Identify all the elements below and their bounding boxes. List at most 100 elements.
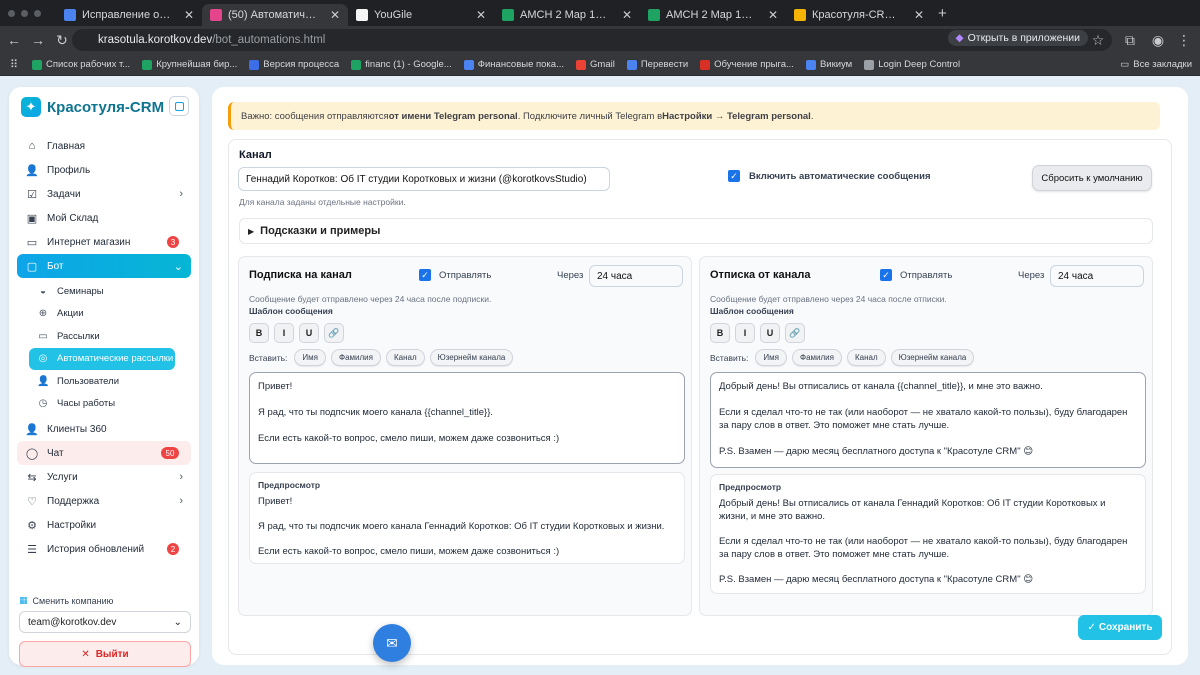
- variable-chip[interactable]: Фамилия: [331, 349, 381, 366]
- browser-tab[interactable]: AMCH 2 Map 13_32 - Google ✕: [494, 4, 640, 26]
- bookmark-item[interactable]: Обучение прыга...: [700, 59, 794, 70]
- checkbox-checked-icon[interactable]: ✓: [728, 170, 740, 182]
- submenu-item[interactable]: ◎ Автоматические рассылки: [29, 347, 175, 370]
- close-tab-icon[interactable]: ✕: [184, 8, 194, 22]
- menu-icon[interactable]: ⋮: [1172, 32, 1196, 49]
- italic-button[interactable]: I: [735, 323, 755, 343]
- insert-variables: Вставить: Имя Фамилия Канал Юзернейм канала: [710, 349, 975, 366]
- all-bookmarks[interactable]: ▭ Все закладки: [1120, 59, 1192, 70]
- close-tab-icon[interactable]: ✕: [622, 8, 632, 22]
- preview-line: Я рад, что ты подпсчик моего канала Генн…: [258, 521, 665, 532]
- bookmark-item[interactable]: Перевести: [626, 59, 688, 70]
- close-tab-icon[interactable]: ✕: [476, 8, 486, 22]
- delay-select[interactable]: 24 часа: [589, 265, 683, 287]
- profile-avatar[interactable]: ◉: [1146, 32, 1170, 49]
- window-controls[interactable]: [0, 9, 56, 17]
- browser-tab[interactable]: (50) Автоматические рассыл ✕: [202, 3, 348, 26]
- close-tab-icon[interactable]: ✕: [768, 8, 778, 22]
- sidebar-item[interactable]: 👤 Профиль: [17, 158, 191, 182]
- sidebar-item[interactable]: ▣ Мой Склад: [17, 206, 191, 230]
- bookmark-item[interactable]: Финансовые пока...: [463, 59, 564, 70]
- checkbox-checked-icon[interactable]: ✓: [419, 269, 431, 281]
- panel-title: Подписка на канал: [249, 269, 352, 281]
- tab-favicon-icon: [210, 8, 222, 21]
- sidebar-item[interactable]: ⇆ Услуги ›: [17, 465, 191, 489]
- bookmark-item[interactable]: Login Deep Control: [864, 59, 960, 70]
- enable-toggle[interactable]: ✓ Включить автоматические сообщения: [728, 170, 931, 182]
- sidebar-item[interactable]: 👤 Клиенты 360: [17, 417, 191, 441]
- variable-chip[interactable]: Имя: [755, 349, 787, 366]
- browser-tab[interactable]: AMCH 2 Map 13_36 - Google ✕: [640, 4, 786, 26]
- bold-button[interactable]: B: [249, 323, 269, 343]
- hints-toggle[interactable]: ▶ Подсказки и примеры: [239, 218, 1153, 244]
- submenu-item[interactable]: ◒ Семинары: [29, 280, 175, 303]
- delay-label: Через: [557, 270, 584, 281]
- sidebar-item[interactable]: ☑ Задачи ›: [17, 182, 191, 206]
- browser-tab[interactable]: Красотуля-CRM - Google Пр ✕: [786, 4, 932, 26]
- template-editor[interactable]: Привет! Я рад, что ты подпсчик моего кана…: [249, 372, 685, 464]
- home-icon: ⌂: [28, 140, 36, 152]
- bold-button[interactable]: B: [710, 323, 730, 343]
- save-button[interactable]: ✓ Сохранить: [1078, 615, 1162, 640]
- bookmark-item[interactable]: Викиум: [805, 59, 852, 70]
- sidebar-item[interactable]: ▭ Интернет магазин 3: [17, 230, 191, 254]
- underline-button[interactable]: U: [299, 323, 319, 343]
- send-toggle[interactable]: ✓ Отправлять: [419, 269, 491, 281]
- browser-tab[interactable]: Исправление ошибок в текс ✕: [56, 4, 202, 26]
- template-label: Шаблон сообщения: [249, 306, 333, 316]
- open-in-app-button[interactable]: ◆ Открыть в приложении: [947, 30, 1088, 46]
- bookmark-item[interactable]: financ (1) - Google...: [351, 59, 452, 70]
- channel-select[interactable]: Геннадий Коротков: Об IT студии Коротков…: [238, 167, 610, 191]
- reload-icon[interactable]: ↻: [50, 32, 74, 49]
- variable-chip[interactable]: Фамилия: [792, 349, 842, 366]
- template-editor[interactable]: Добрый день! Вы отписались от канала {{c…: [710, 372, 1146, 468]
- send-toggle[interactable]: ✓ Отправлять: [880, 269, 952, 281]
- reset-defaults-button[interactable]: Сбросить к умолчанию: [1032, 165, 1152, 191]
- variable-chip[interactable]: Имя: [294, 349, 326, 366]
- delay-select[interactable]: 24 часа: [1050, 265, 1144, 287]
- submenu-item[interactable]: ⊕ Акции: [29, 303, 175, 326]
- sidebar-item[interactable]: ◯ Чат 50: [17, 441, 191, 465]
- variable-chip[interactable]: Юзернейм канала: [890, 349, 975, 366]
- checkbox-checked-icon[interactable]: ✓: [880, 269, 892, 281]
- sidebar-item[interactable]: ⌂ Главная: [17, 134, 191, 158]
- variable-chip[interactable]: Юзернейм канала: [429, 349, 514, 366]
- back-icon[interactable]: ←: [2, 32, 26, 48]
- sidebar-item[interactable]: ☰ История обновлений 2: [17, 537, 191, 561]
- close-tab-icon[interactable]: ✕: [914, 8, 924, 22]
- chat-icon: ◯: [25, 447, 39, 460]
- submenu-item[interactable]: 👤 Пользователи: [29, 370, 175, 393]
- bookmark-item[interactable]: Список рабочих т...: [32, 59, 130, 70]
- seminar-icon: ◒: [39, 285, 47, 297]
- sidebar-toggle-button[interactable]: [169, 96, 189, 116]
- browser-tab[interactable]: YouGile ✕: [348, 4, 494, 26]
- italic-button[interactable]: I: [274, 323, 294, 343]
- underline-button[interactable]: U: [760, 323, 780, 343]
- new-tab-button[interactable]: +: [938, 5, 947, 22]
- submenu-item[interactable]: ▭ Рассылки: [29, 325, 175, 348]
- chat-widget-button[interactable]: ✉: [373, 624, 411, 662]
- link-icon[interactable]: 🔗: [324, 323, 344, 343]
- extensions-icon[interactable]: ⧉: [1118, 32, 1142, 49]
- variable-chip[interactable]: Канал: [846, 349, 886, 366]
- logout-button[interactable]: ✕ Выйти: [19, 641, 191, 667]
- delay-info: Сообщение будет отправлено через 24 часа…: [249, 294, 492, 304]
- template-line: Привет!: [258, 381, 293, 392]
- bookmark-item[interactable]: Gmail: [576, 59, 615, 70]
- brand[interactable]: ✦ Красотуля-CRM: [21, 97, 164, 117]
- link-icon[interactable]: 🔗: [785, 323, 805, 343]
- sidebar-item[interactable]: ⚙ Настройки: [17, 513, 191, 537]
- forward-icon[interactable]: →: [26, 32, 50, 48]
- bookmark-item[interactable]: Версия процесса: [249, 59, 339, 70]
- variable-chip[interactable]: Канал: [385, 349, 425, 366]
- apps-grid-icon[interactable]: ⠿: [2, 58, 26, 71]
- sidebar-item[interactable]: ▢ Бот ⌄: [17, 254, 191, 278]
- sidebar: ✦ Красотуля-CRM ⌂ Главная 👤 Профиль ☑ Задачи ›…: [9, 87, 199, 667]
- close-tab-icon[interactable]: ✕: [330, 8, 340, 22]
- sidebar-item[interactable]: ♡ Поддержка ›: [17, 489, 191, 513]
- bookmark-item[interactable]: Крупнейшая бир...: [142, 59, 237, 70]
- bookmark-star-icon[interactable]: ☆: [1086, 32, 1110, 49]
- submenu-item[interactable]: ◷ Часы работы: [29, 393, 175, 416]
- company-select[interactable]: team@korotkov.dev ⌄: [19, 611, 191, 633]
- bot-icon: ▢: [26, 260, 38, 273]
